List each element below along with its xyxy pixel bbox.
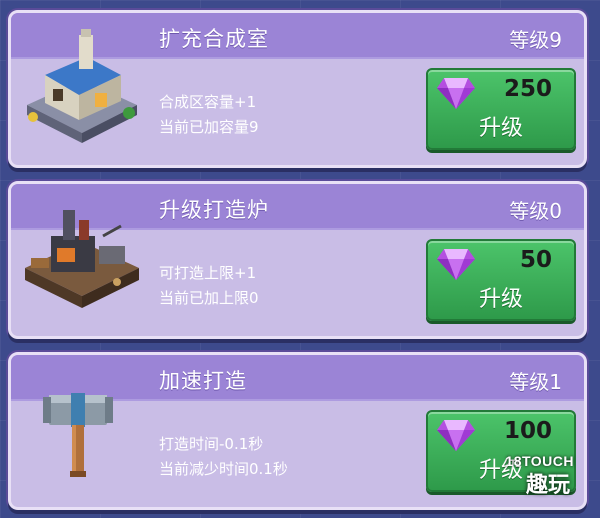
- watermark-logo: 趣玩: [525, 473, 570, 498]
- upgrade-card-forge: 升级打造炉 等级0 可打造上限+1 当前已加上限0 50 升级: [8, 181, 587, 339]
- card-title: 加速打造: [159, 369, 247, 393]
- level-label: 等级1: [509, 370, 562, 394]
- upgrade-button[interactable]: 250 升级: [426, 68, 576, 150]
- price-text: 50: [519, 247, 552, 273]
- current-bonus-text: 当前已加容量9: [159, 118, 259, 136]
- current-bonus-text: 当前减少时间0.1秒: [159, 460, 288, 478]
- hammer-icon: [43, 393, 113, 477]
- price-text: 250: [503, 76, 552, 102]
- upgrade-card-synthesis-room: 扩充合成室 等级9 合成区容量+1 当前已加容量9 250 升级: [8, 10, 587, 168]
- gem-icon: [437, 78, 475, 109]
- price-text: 100: [503, 418, 552, 444]
- current-bonus-text: 当前已加上限0: [159, 289, 259, 307]
- upgrade-button-label: 升级: [478, 287, 523, 312]
- effect-description: 打造时间-0.1秒: [159, 435, 264, 453]
- effect-description: 合成区容量+1: [159, 93, 257, 111]
- upgrade-button[interactable]: 50 升级: [426, 239, 576, 321]
- gem-icon: [437, 420, 475, 451]
- upgrade-card-speed-forge: 加速打造 等级1 打造时间-0.1秒 当前减少时间0.1秒 100 升级 18T…: [8, 352, 587, 510]
- level-label: 等级0: [509, 199, 562, 223]
- effect-description: 可打造上限+1: [159, 264, 257, 282]
- card-title: 扩充合成室: [159, 27, 269, 51]
- upgrade-button-label: 升级: [478, 116, 523, 141]
- forge-furnace-icon: [25, 210, 139, 308]
- synthesis-room-building-icon: [27, 29, 137, 143]
- card-title: 升级打造炉: [159, 198, 269, 222]
- gem-icon: [437, 249, 475, 280]
- level-label: 等级9: [509, 28, 562, 52]
